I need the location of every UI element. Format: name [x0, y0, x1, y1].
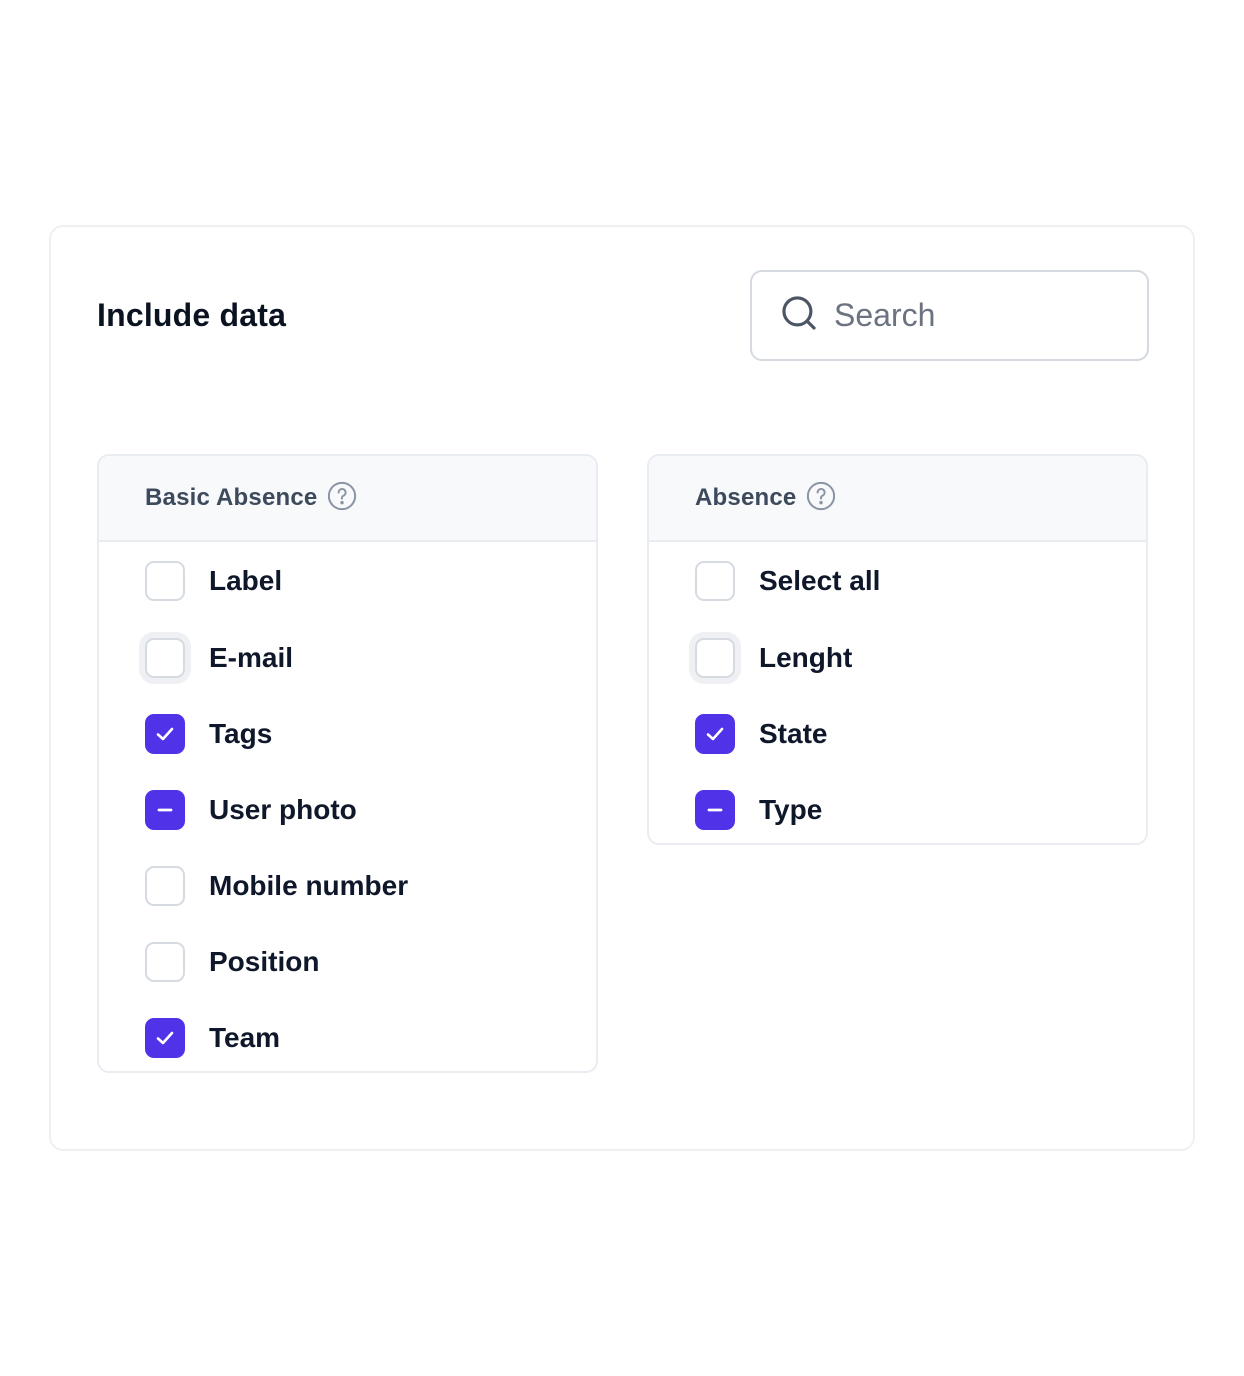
checkbox-label: State: [759, 718, 828, 749]
checkbox[interactable]: [695, 790, 735, 830]
checkbox[interactable]: [145, 866, 185, 906]
checkbox-label: Position: [209, 946, 320, 977]
checkbox[interactable]: [145, 790, 185, 830]
list-item[interactable]: Mobile number: [99, 848, 596, 924]
list-item[interactable]: Select all: [649, 542, 1146, 620]
minus-icon: [707, 808, 723, 812]
panel-header: Absence: [649, 456, 1146, 542]
question-circle-icon[interactable]: [796, 481, 836, 516]
checkbox[interactable]: [695, 638, 735, 678]
search-box[interactable]: [750, 270, 1149, 361]
checkbox-label: Type: [759, 794, 823, 825]
include-data-card: Include data Basic Absence La: [49, 225, 1195, 1151]
list-item[interactable]: Position: [99, 924, 596, 1000]
check-icon: [156, 727, 174, 741]
check-icon: [706, 727, 724, 741]
checkbox-list: Label E-mail Tags User photo Mobile numb…: [99, 542, 596, 1071]
checkbox-label: User photo: [209, 794, 357, 825]
list-item[interactable]: E-mail: [99, 620, 596, 696]
checkbox[interactable]: [145, 1018, 185, 1058]
panel-absence: Absence Select all Lenght State Type: [647, 454, 1148, 845]
panel-basic-absence: Basic Absence Label E-mail Tags User pho…: [97, 454, 598, 1073]
list-item[interactable]: Team: [99, 1000, 596, 1071]
checkbox-label: Tags: [209, 718, 273, 749]
panel-header-label: Absence: [695, 484, 797, 511]
list-item[interactable]: Label: [99, 542, 596, 620]
list-item[interactable]: Lenght: [649, 620, 1146, 696]
checkbox-label: Lenght: [759, 642, 853, 673]
checkbox-label: Team: [209, 1022, 281, 1053]
checkbox[interactable]: [695, 561, 735, 601]
checkbox[interactable]: [145, 942, 185, 982]
checkbox-label: Mobile number: [209, 870, 409, 901]
search-icon: [780, 294, 818, 337]
checkbox[interactable]: [695, 714, 735, 754]
checkbox-label: Select all: [759, 565, 881, 596]
panel-header: Basic Absence: [99, 456, 596, 542]
checkbox[interactable]: [145, 638, 185, 678]
checkbox-label: E-mail: [209, 642, 294, 673]
list-item[interactable]: Type: [649, 772, 1146, 843]
checkbox[interactable]: [145, 714, 185, 754]
list-item[interactable]: Tags: [99, 696, 596, 772]
check-icon: [156, 1031, 174, 1045]
question-circle-icon[interactable]: [317, 481, 357, 516]
checkbox[interactable]: [145, 561, 185, 601]
list-item[interactable]: User photo: [99, 772, 596, 848]
panel-header-label: Basic Absence: [145, 484, 318, 511]
page-title: Include data: [97, 297, 287, 333]
list-item[interactable]: State: [649, 696, 1146, 772]
checkbox-list: Select all Lenght State Type: [649, 542, 1146, 843]
checkbox-label: Label: [209, 565, 283, 596]
search-input[interactable]: [834, 297, 1134, 334]
minus-icon: [157, 808, 173, 812]
